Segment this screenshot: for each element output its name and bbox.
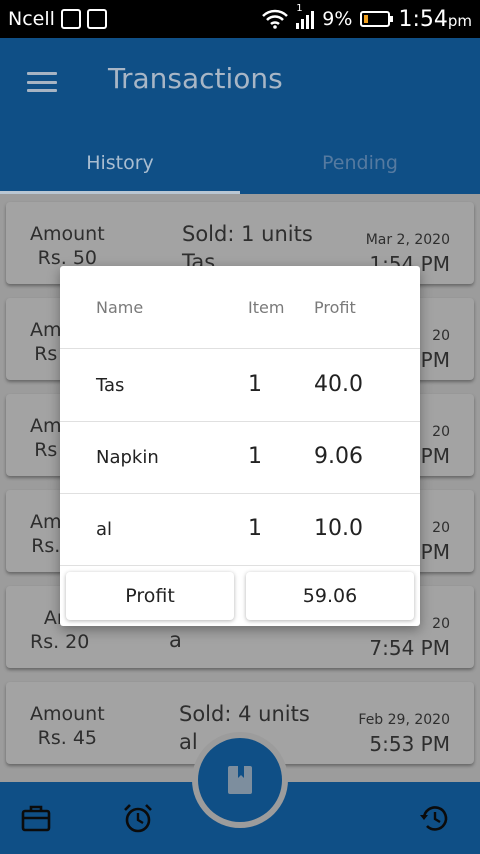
column-header-name: Name [96,298,144,317]
tab-pending[interactable]: Pending [240,132,480,194]
clock-time: 1:54 [398,6,448,32]
sold-block: a [169,626,182,654]
row-profit: 40.0 [314,372,363,397]
sim-icon [60,9,81,29]
transaction-date: Feb 29, 2020 [358,712,450,728]
tab-bar: History Pending [0,132,480,194]
table-row: Tas 1 40.0 [60,350,420,422]
transaction-time: 7:54 PM [369,636,450,660]
transaction-time: PM [420,444,450,468]
clock-ampm: pm [447,11,472,30]
status-bar: Ncell 1 9% 1:54pm [0,0,480,38]
row-name: Napkin [96,447,159,468]
amount-value: Rs. 45 [37,727,98,749]
hamburger-menu-icon[interactable] [27,72,57,92]
amount-label: Am [30,511,62,533]
amount-label: Amount [30,703,105,725]
wifi-icon [262,9,289,29]
amount-label: Am [30,415,62,437]
battery-percent: 9% [322,8,353,30]
cell-signal-icon: 1 [296,3,315,29]
transaction-date: 20 [432,328,450,344]
amount-label: Am [30,319,62,341]
transaction-date: 20 [432,520,450,536]
sold-units: Sold: 4 units [179,702,310,726]
amount-value: Rs [34,343,58,365]
app-bar: Transactions History Pending [0,38,480,194]
table-row: al 1 10.0 [60,494,420,566]
carrier-name: Ncell [8,8,55,30]
transaction-date: 20 [432,616,450,632]
battery-icon [360,11,394,27]
row-item: 1 [248,516,262,541]
amount-value: Rs. 20 [30,631,90,653]
clock: 1:54pm [398,7,472,32]
amount-block: Amount Rs. 45 [30,702,105,750]
briefcase-icon[interactable] [20,802,52,834]
image-notification-icon [86,9,107,29]
profit-total-value: 59.06 [246,572,414,620]
sold-item: a [169,628,182,652]
tab-history[interactable]: History [0,132,240,194]
book-icon [228,766,252,794]
signal-badge: 1 [296,3,303,14]
profit-dialog: Name Item Profit Tas 1 40.0 Napkin 1 9.0… [60,266,420,626]
amount-value: Rs. [31,535,61,557]
sold-units: Sold: 1 units [182,222,313,246]
column-header-item: Item [248,298,285,317]
row-item: 1 [248,444,262,469]
transaction-time: 5:53 PM [369,732,450,756]
row-name: Tas [96,375,125,396]
profit-total-label: Profit [66,572,234,620]
amount-value: Rs [34,439,58,461]
row-name: al [96,519,113,540]
transaction-date: Mar 2, 2020 [365,232,450,248]
amount-block: Am Rs [30,318,62,366]
transaction-date: 20 [432,424,450,440]
history-icon[interactable] [418,802,450,834]
row-profit: 10.0 [314,516,363,541]
row-profit: 9.06 [314,444,363,469]
column-header-profit: Profit [314,298,356,317]
table-row: Napkin 1 9.06 [60,422,420,494]
row-item: 1 [248,372,262,397]
amount-block: Amount Rs. 50 [30,222,105,270]
amount-label: Amount [30,223,105,245]
transaction-time: PM [420,540,450,564]
page-title: Transactions [108,62,283,95]
book-fab-button[interactable] [198,738,282,822]
transaction-time: PM [420,348,450,372]
table-header: Name Item Profit [60,266,420,349]
amount-block: Am Rs. [30,510,62,558]
alarm-clock-icon[interactable] [122,802,154,834]
profit-total-row: Profit 59.06 [60,566,420,626]
amount-block: Am Rs [30,414,62,462]
